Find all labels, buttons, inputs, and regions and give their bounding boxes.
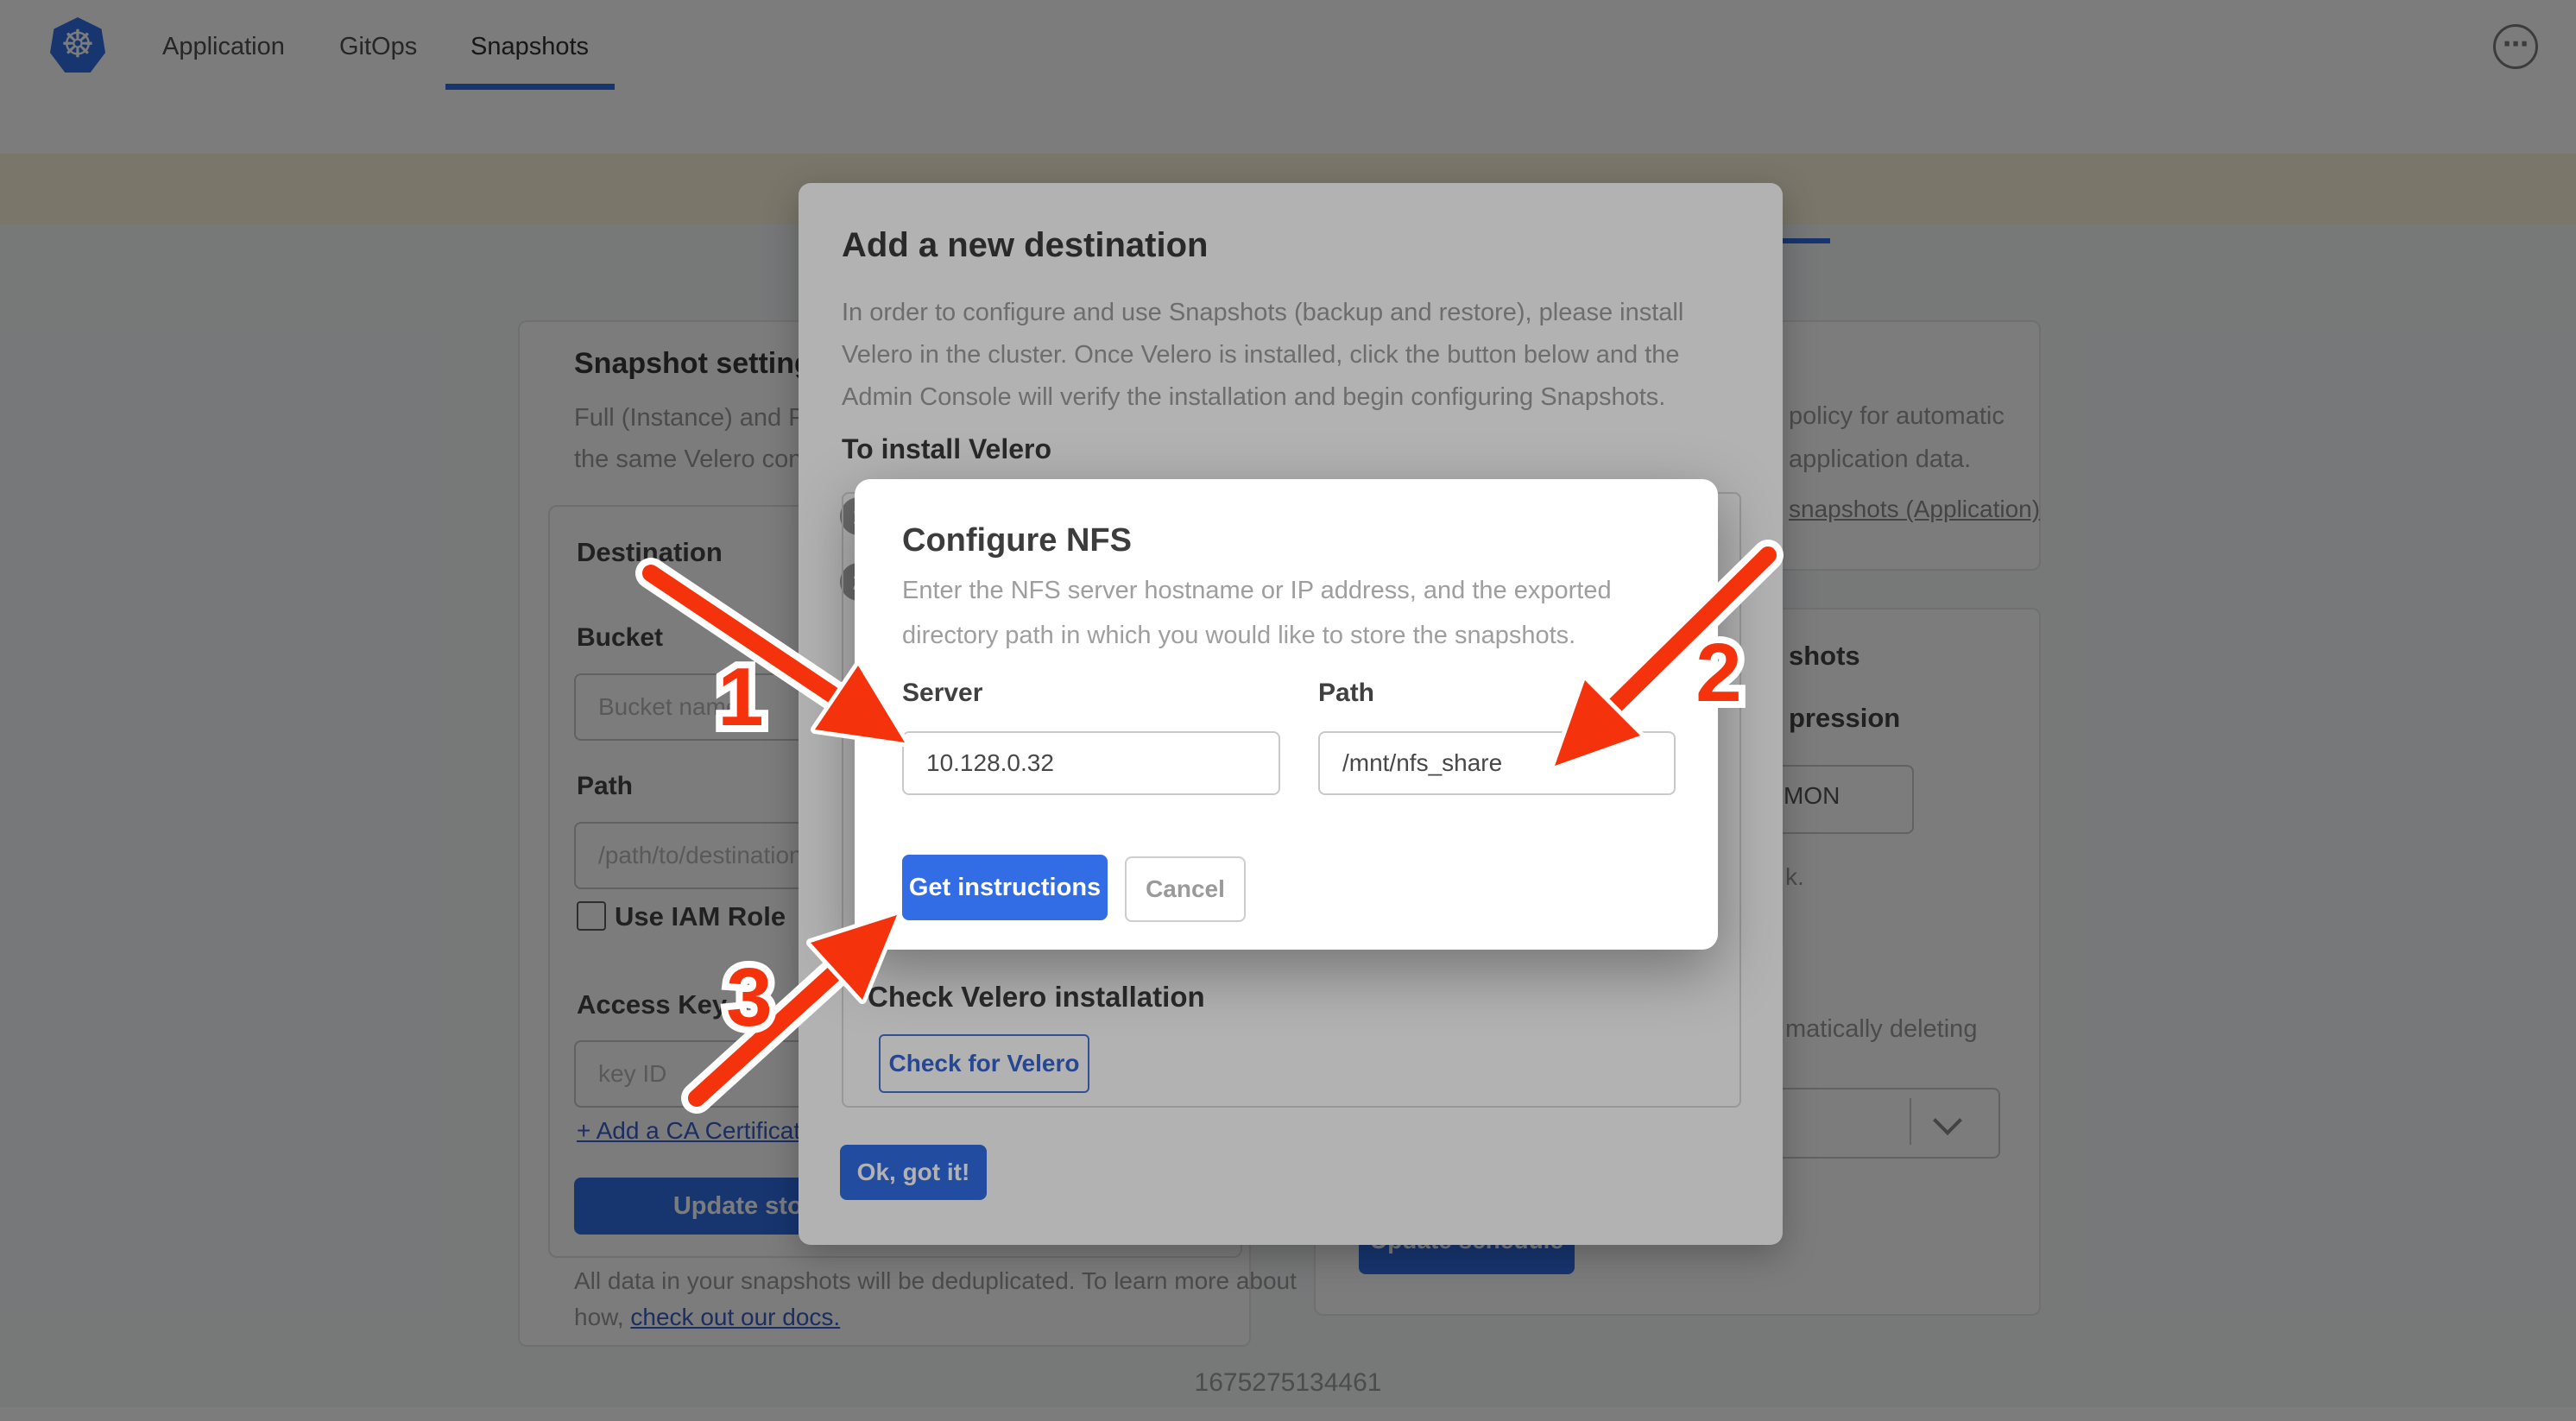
nfs-path-input[interactable] bbox=[1318, 731, 1676, 795]
server-input[interactable] bbox=[902, 731, 1280, 795]
configure-nfs-desc-line2: directory path in which you would like t… bbox=[902, 622, 1575, 650]
nfs-path-label: Path bbox=[1318, 679, 1374, 708]
get-instructions-button[interactable]: Get instructions bbox=[902, 855, 1108, 920]
configure-nfs-title: Configure NFS bbox=[902, 522, 1132, 559]
admin-console-page: ☸ Application GitOps Snapshots ⋯ Full Sn… bbox=[0, 0, 2576, 1421]
configure-nfs-desc-line1: Enter the NFS server hostname or IP addr… bbox=[902, 577, 1612, 605]
cancel-button[interactable]: Cancel bbox=[1125, 856, 1246, 922]
server-label: Server bbox=[902, 679, 982, 708]
